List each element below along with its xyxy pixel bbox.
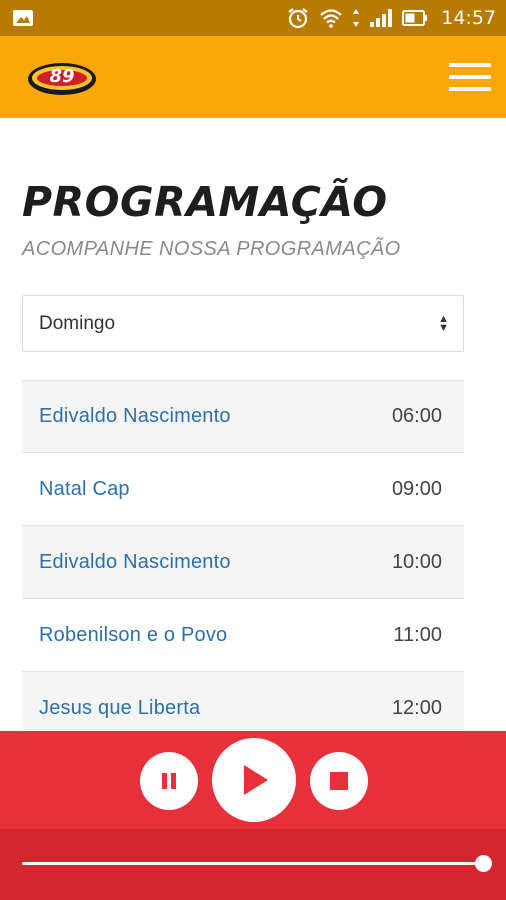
- seek-bar-area: [0, 829, 506, 900]
- audio-player: [0, 731, 506, 900]
- play-icon: [244, 765, 268, 795]
- select-arrows-icon: ▲ ▼: [438, 312, 449, 334]
- schedule-row[interactable]: Edivaldo Nascimento 10:00: [22, 526, 464, 599]
- app-header: 89: [0, 36, 506, 118]
- program-name[interactable]: Edivaldo Nascimento: [39, 405, 231, 428]
- signal-icon: [370, 9, 393, 27]
- program-name[interactable]: Robenilson e o Povo: [39, 624, 227, 647]
- logo-text: 89: [49, 66, 74, 87]
- schedule-row[interactable]: Robenilson e o Povo 11:00: [22, 599, 464, 672]
- status-time: 14:57: [441, 7, 496, 29]
- alarm-icon: [288, 8, 308, 29]
- hamburger-menu-icon[interactable]: [447, 59, 493, 95]
- program-time: 06:00: [391, 405, 442, 427]
- wifi-icon: [320, 9, 342, 28]
- radio-logo[interactable]: 89: [26, 55, 98, 99]
- day-select[interactable]: Domingo ▲ ▼: [22, 295, 464, 352]
- player-controls: [0, 731, 506, 829]
- program-time: 10:00: [391, 550, 442, 573]
- data-arrows-icon: [353, 9, 360, 27]
- program-name[interactable]: Jesus que Liberta: [39, 697, 200, 720]
- stop-icon: [330, 772, 348, 790]
- day-select-value: Domingo: [39, 312, 116, 334]
- program-name[interactable]: Edivaldo Nascimento: [39, 551, 231, 574]
- page-title: PROGRAMAÇÃO: [22, 178, 388, 226]
- program-time: 09:00: [391, 477, 442, 500]
- status-bar: 14:57: [0, 0, 506, 36]
- play-button[interactable]: [212, 738, 296, 822]
- page-subtitle: ACOMPANHE NOSSA PROGRAMAÇÃO: [22, 238, 401, 260]
- pause-icon: [162, 773, 176, 789]
- program-time: 12:00: [391, 696, 442, 719]
- program-time: 11:00: [393, 623, 442, 646]
- schedule-list: Edivaldo Nascimento 06:00 Natal Cap 09:0…: [22, 380, 464, 745]
- pause-button[interactable]: [140, 752, 198, 810]
- seek-thumb[interactable]: [475, 855, 492, 872]
- schedule-row[interactable]: Natal Cap 09:00: [22, 453, 464, 526]
- image-icon: [13, 10, 33, 26]
- main-content: PROGRAMAÇÃO ACOMPANHE NOSSA PROGRAMAÇÃO …: [22, 118, 464, 745]
- seek-track[interactable]: [22, 862, 484, 865]
- program-name[interactable]: Natal Cap: [39, 478, 130, 501]
- schedule-row[interactable]: Edivaldo Nascimento 06:00: [22, 380, 464, 453]
- stop-button[interactable]: [310, 752, 368, 810]
- battery-icon: [402, 10, 428, 26]
